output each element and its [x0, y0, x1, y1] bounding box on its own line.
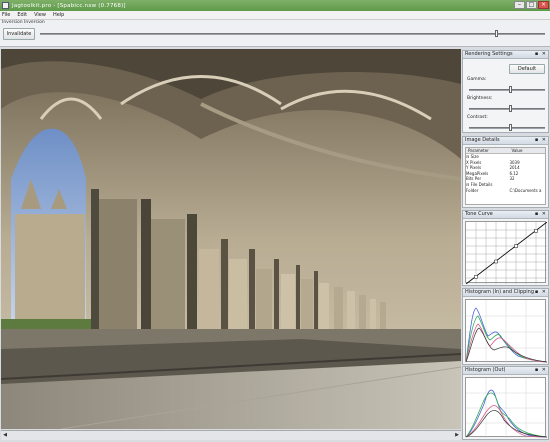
panel-pin-close-icon[interactable]: ▪ ✕ — [535, 51, 547, 58]
panel-pin-close-icon[interactable]: ▪ ✕ — [535, 289, 547, 296]
brightness-slider-thumb[interactable] — [509, 105, 513, 112]
histogram-in-plot — [465, 300, 548, 363]
brightness-slider-track[interactable] — [469, 108, 545, 110]
default-button[interactable]: Default — [509, 64, 545, 74]
table-body: ⊟ Size X Pixels 3039 Y Pixels 2014 MegaPix… — [466, 154, 545, 193]
panel-header: Rendering Settings ▪ ✕ — [463, 51, 548, 59]
image-canvas[interactable] — [1, 49, 461, 429]
panel-pin-close-icon[interactable]: ▪ ✕ — [535, 137, 547, 144]
menu-file[interactable]: File — [2, 12, 10, 18]
table-row[interactable]: Folder C:\Documents a — [466, 188, 545, 194]
menu-bar: File Edit View Help — [0, 11, 550, 20]
scroll-left-arrow-icon[interactable]: ◀ — [1, 432, 9, 439]
histogram-in-panel: Histogram (In) and Clipping ▪ ✕ — [462, 288, 549, 365]
gamma-slider-track[interactable] — [469, 89, 545, 91]
column-header-parameter[interactable]: Parameter — [466, 148, 509, 153]
window-controls: – □ × — [514, 1, 549, 9]
image-details-panel: Image Details ▪ ✕ Parameter Value ⊟ Size… — [462, 136, 549, 208]
app-icon — [2, 2, 9, 9]
tone-curve-plot — [465, 221, 548, 285]
minimize-button[interactable]: – — [514, 1, 525, 9]
histogram-green-series — [465, 315, 548, 363]
gamma-label: Gamma: — [467, 77, 487, 82]
brightness-label: Brightness: — [467, 96, 493, 101]
parameter-cell: Folder — [466, 187, 479, 193]
window-title: Jagtoolkit.pro - [Spabicc.nxw (0.7768)] — [12, 2, 126, 9]
histogram-out-graph — [465, 377, 548, 438]
rendering-settings-panel: Rendering Settings ▪ ✕ Default Gamma: Br… — [462, 50, 549, 133]
panel-header: Histogram (Out) ▪ ✕ — [463, 367, 548, 375]
panel-title: Histogram (In) and Clipping — [465, 289, 535, 295]
panel-header: Image Details ▪ ✕ — [463, 137, 548, 145]
panel-title: Rendering Settings — [465, 51, 513, 57]
cloister-photo — [1, 49, 461, 429]
inversion-tool-window: Inversion Inversion Invalidate — [0, 20, 550, 47]
menu-view[interactable]: View — [34, 12, 46, 18]
histogram-luminance-series — [465, 327, 548, 363]
contrast-slider-thumb[interactable] — [509, 124, 513, 131]
contrast-label: Contrast: — [467, 115, 488, 120]
menu-edit[interactable]: Edit — [17, 12, 27, 18]
panel-pin-close-icon[interactable]: ▪ ✕ — [535, 367, 547, 374]
contrast-slider-track[interactable] — [469, 127, 545, 129]
tone-curve-panel: Tone Curve ▪ ✕ — [462, 210, 549, 286]
curve-point — [474, 275, 478, 279]
value-cell: C:\Documents a — [509, 187, 542, 193]
histogram-out-panel: Histogram (Out) ▪ ✕ — [462, 366, 549, 440]
menu-help[interactable]: Help — [53, 12, 64, 18]
maximize-button[interactable]: □ — [526, 1, 537, 9]
histogram-red-series — [465, 323, 548, 363]
details-table: Parameter Value ⊟ Size X Pixels 3039 Y Pi… — [465, 147, 546, 205]
histogram-in-graph — [465, 299, 548, 363]
tone-curve-graph[interactable] — [465, 221, 548, 285]
curve-point — [514, 244, 518, 248]
histogram-red-series — [465, 405, 548, 438]
curve-point — [494, 259, 498, 264]
tool-window-label: Inversion Inversion — [2, 20, 45, 25]
column-header-value[interactable]: Value — [509, 148, 545, 153]
horizontal-scrollbar[interactable]: ◀ ▶ — [1, 430, 461, 440]
inversion-slider-thumb[interactable] — [494, 30, 498, 37]
panel-pin-close-icon[interactable]: ▪ ✕ — [535, 211, 547, 218]
panel-title: Image Details — [465, 137, 500, 143]
title-bar: Jagtoolkit.pro - [Spabicc.nxw (0.7768)] … — [0, 0, 550, 11]
panel-title: Tone Curve — [465, 211, 493, 217]
scroll-right-arrow-icon[interactable]: ▶ — [453, 432, 461, 439]
close-button[interactable]: × — [538, 1, 549, 9]
gamma-slider-thumb[interactable] — [509, 86, 513, 93]
invert-button[interactable]: Invalidate — [3, 28, 35, 40]
panel-title: Histogram (Out) — [465, 367, 506, 373]
panel-header: Tone Curve ▪ ✕ — [463, 211, 548, 219]
inversion-slider-track[interactable] — [40, 33, 545, 35]
curve-point — [534, 229, 538, 233]
histogram-out-plot — [465, 378, 548, 438]
panel-header: Histogram (In) and Clipping ▪ ✕ — [463, 289, 548, 297]
